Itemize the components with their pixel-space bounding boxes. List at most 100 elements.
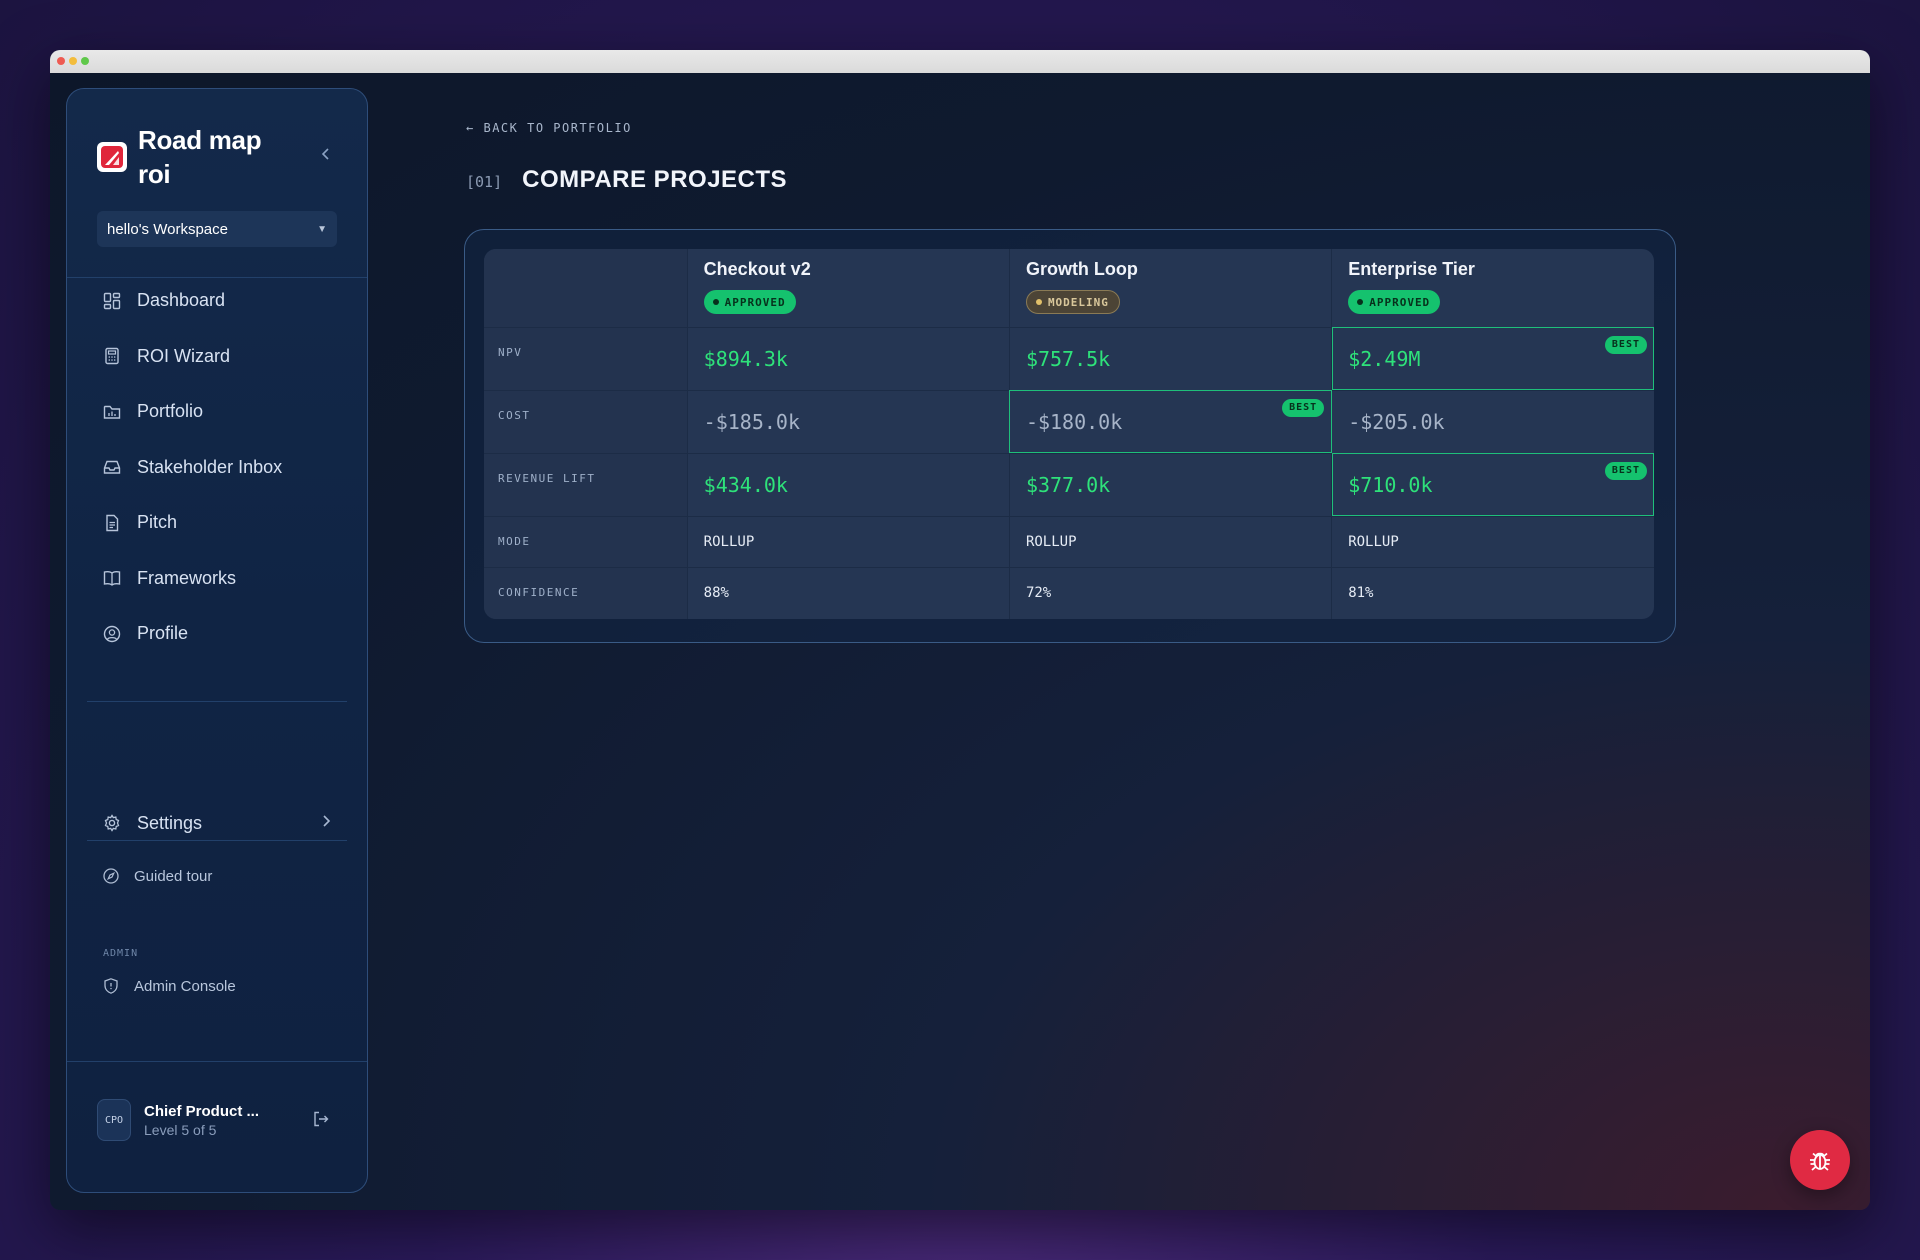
shield-icon	[104, 978, 118, 994]
sidebar-item-stakeholder-inbox[interactable]: Stakeholder Inbox	[87, 440, 349, 496]
workspace-name: hello's Workspace	[107, 220, 228, 238]
chevron-left-icon	[321, 148, 329, 160]
cell-value: $2.49M	[1348, 346, 1421, 371]
status-badge: APPROVED	[1348, 290, 1441, 314]
admin-section-label: ADMIN	[103, 948, 139, 959]
caret-down-icon: ▼	[317, 223, 327, 235]
table-row-npv: NPV $894.3k $757.5k $2.49M BEST	[484, 327, 1654, 391]
row-label: CONFIDENCE	[484, 567, 688, 619]
collapse-sidebar-button[interactable]	[315, 145, 337, 166]
sidebar-item-frameworks[interactable]: Frameworks	[87, 551, 349, 607]
row-label: REVENUE LIFT	[484, 453, 688, 517]
row-label: MODE	[484, 516, 688, 568]
divider	[87, 701, 347, 702]
compass-icon	[103, 868, 119, 884]
sidebar-item-dashboard[interactable]: Dashboard	[87, 273, 349, 329]
status-dot-icon	[1357, 299, 1364, 305]
bug-icon	[1810, 1152, 1830, 1171]
table-row-mode: MODE ROLLUP ROLLUP ROLLUP	[484, 516, 1654, 568]
book-icon	[102, 568, 122, 588]
sidebar-item-admin-console[interactable]: Admin Console	[102, 977, 236, 995]
table-cell: -$205.0k	[1331, 390, 1654, 454]
table-row-cost: COST -$185.0k -$180.0k BEST -$205.0k	[484, 390, 1654, 454]
guided-tour-label: Guided tour	[134, 867, 213, 885]
back-label: BACK TO PORTFOLIO	[483, 121, 632, 135]
workspace-select[interactable]: hello's Workspace ▼	[97, 211, 337, 247]
back-to-portfolio-link[interactable]: ← BACK TO PORTFOLIO	[466, 121, 632, 135]
logout-icon[interactable]	[311, 1109, 331, 1129]
row-label: NPV	[484, 327, 688, 391]
sidebar-item-guided-tour[interactable]: Guided tour	[102, 867, 212, 885]
maximize-window-button[interactable]	[81, 57, 89, 65]
row-label: COST	[484, 390, 688, 454]
sidebar: Road map roi hello's Workspace ▼ Dashboa…	[66, 88, 368, 1193]
table-cell: ROLLUP	[1009, 516, 1333, 568]
brand-name: Road map roi	[138, 124, 262, 189]
status-badge: MODELING	[1025, 290, 1120, 314]
table-cell: $377.0k	[1009, 453, 1333, 517]
close-window-button[interactable]	[57, 57, 65, 65]
sidebar-nav: Dashboard ROI Wizard Portfolio Stakehold…	[87, 273, 349, 662]
table-cell: $757.5k	[1009, 327, 1333, 391]
table-row-confidence: CONFIDENCE 88% 72% 81%	[484, 567, 1654, 619]
project-column-header[interactable]: Growth Loop MODELING	[1009, 249, 1333, 328]
page-header: [01] COMPARE PROJECTS	[466, 166, 787, 194]
sidebar-item-label: Stakeholder Inbox	[137, 456, 283, 477]
sidebar-item-portfolio[interactable]: Portfolio	[87, 384, 349, 440]
sidebar-item-label: Dashboard	[137, 290, 226, 311]
status-badge: APPROVED	[703, 290, 796, 314]
minimize-window-button[interactable]	[69, 57, 77, 65]
sidebar-item-label: Profile	[137, 623, 189, 644]
folder-chart-icon	[102, 402, 122, 422]
user-name: Chief Product ...	[144, 1102, 260, 1120]
user-card[interactable]: CPO Chief Product ... Level 5 of 5	[97, 1097, 337, 1143]
table-cell-best: $710.0k BEST	[1331, 453, 1654, 517]
project-name: Growth Loop	[1025, 259, 1138, 279]
report-bug-button[interactable]	[1790, 1130, 1850, 1190]
dashboard-icon	[102, 291, 122, 311]
page-index: [01]	[466, 173, 503, 191]
brand[interactable]: Road map roi	[97, 119, 337, 194]
best-badge: BEST	[1604, 461, 1647, 480]
project-column-header[interactable]: Enterprise Tier APPROVED	[1331, 249, 1654, 328]
best-badge: BEST	[1282, 398, 1325, 417]
sidebar-item-label: Frameworks	[137, 567, 237, 588]
cell-value: -$180.0k	[1025, 409, 1123, 434]
sidebar-item-label: ROI Wizard	[137, 345, 231, 366]
status-text: APPROVED	[724, 295, 786, 309]
table-cell: ROLLUP	[687, 516, 1010, 568]
cell-value: $710.0k	[1348, 472, 1433, 497]
avatar: CPO	[97, 1099, 131, 1141]
sidebar-item-pitch[interactable]: Pitch	[87, 495, 349, 551]
document-icon	[102, 513, 122, 533]
project-column-header[interactable]: Checkout v2 APPROVED	[687, 249, 1010, 328]
settings-label: Settings	[137, 812, 203, 833]
sidebar-item-profile[interactable]: Profile	[87, 606, 349, 662]
chevron-right-icon	[321, 814, 331, 833]
brand-logo-icon	[97, 141, 127, 172]
project-name: Checkout v2	[703, 259, 811, 279]
divider	[87, 840, 347, 841]
status-text: MODELING	[1047, 295, 1109, 309]
user-level: Level 5 of 5	[144, 1121, 217, 1138]
admin-console-label: Admin Console	[134, 977, 236, 995]
status-dot-icon	[712, 299, 719, 305]
app-window: Road map roi hello's Workspace ▼ Dashboa…	[50, 50, 1870, 1210]
table-row-revenue-lift: REVENUE LIFT $434.0k $377.0k $710.0k BES…	[484, 453, 1654, 517]
divider	[67, 1061, 367, 1062]
table-cell: $434.0k	[687, 453, 1010, 517]
user-circle-icon	[102, 624, 122, 644]
table-cell: ROLLUP	[1331, 516, 1654, 568]
status-text: APPROVED	[1369, 295, 1431, 309]
table-cell: 72%	[1009, 567, 1333, 619]
comparison-table: Checkout v2 APPROVED Growth Loop MODELIN…	[484, 249, 1654, 619]
table-corner	[484, 249, 688, 328]
main-content: ← BACK TO PORTFOLIO [01] COMPARE PROJECT…	[418, 50, 1870, 1210]
sidebar-item-settings[interactable]: Settings	[87, 801, 349, 845]
status-dot-icon	[1035, 299, 1042, 305]
table-cell: 81%	[1348, 585, 1374, 602]
table-cell: -$185.0k	[687, 390, 1010, 454]
sidebar-item-roi-wizard[interactable]: ROI Wizard	[87, 329, 349, 385]
sidebar-item-label: Portfolio	[137, 401, 204, 422]
sidebar-item-label: Pitch	[137, 512, 178, 533]
